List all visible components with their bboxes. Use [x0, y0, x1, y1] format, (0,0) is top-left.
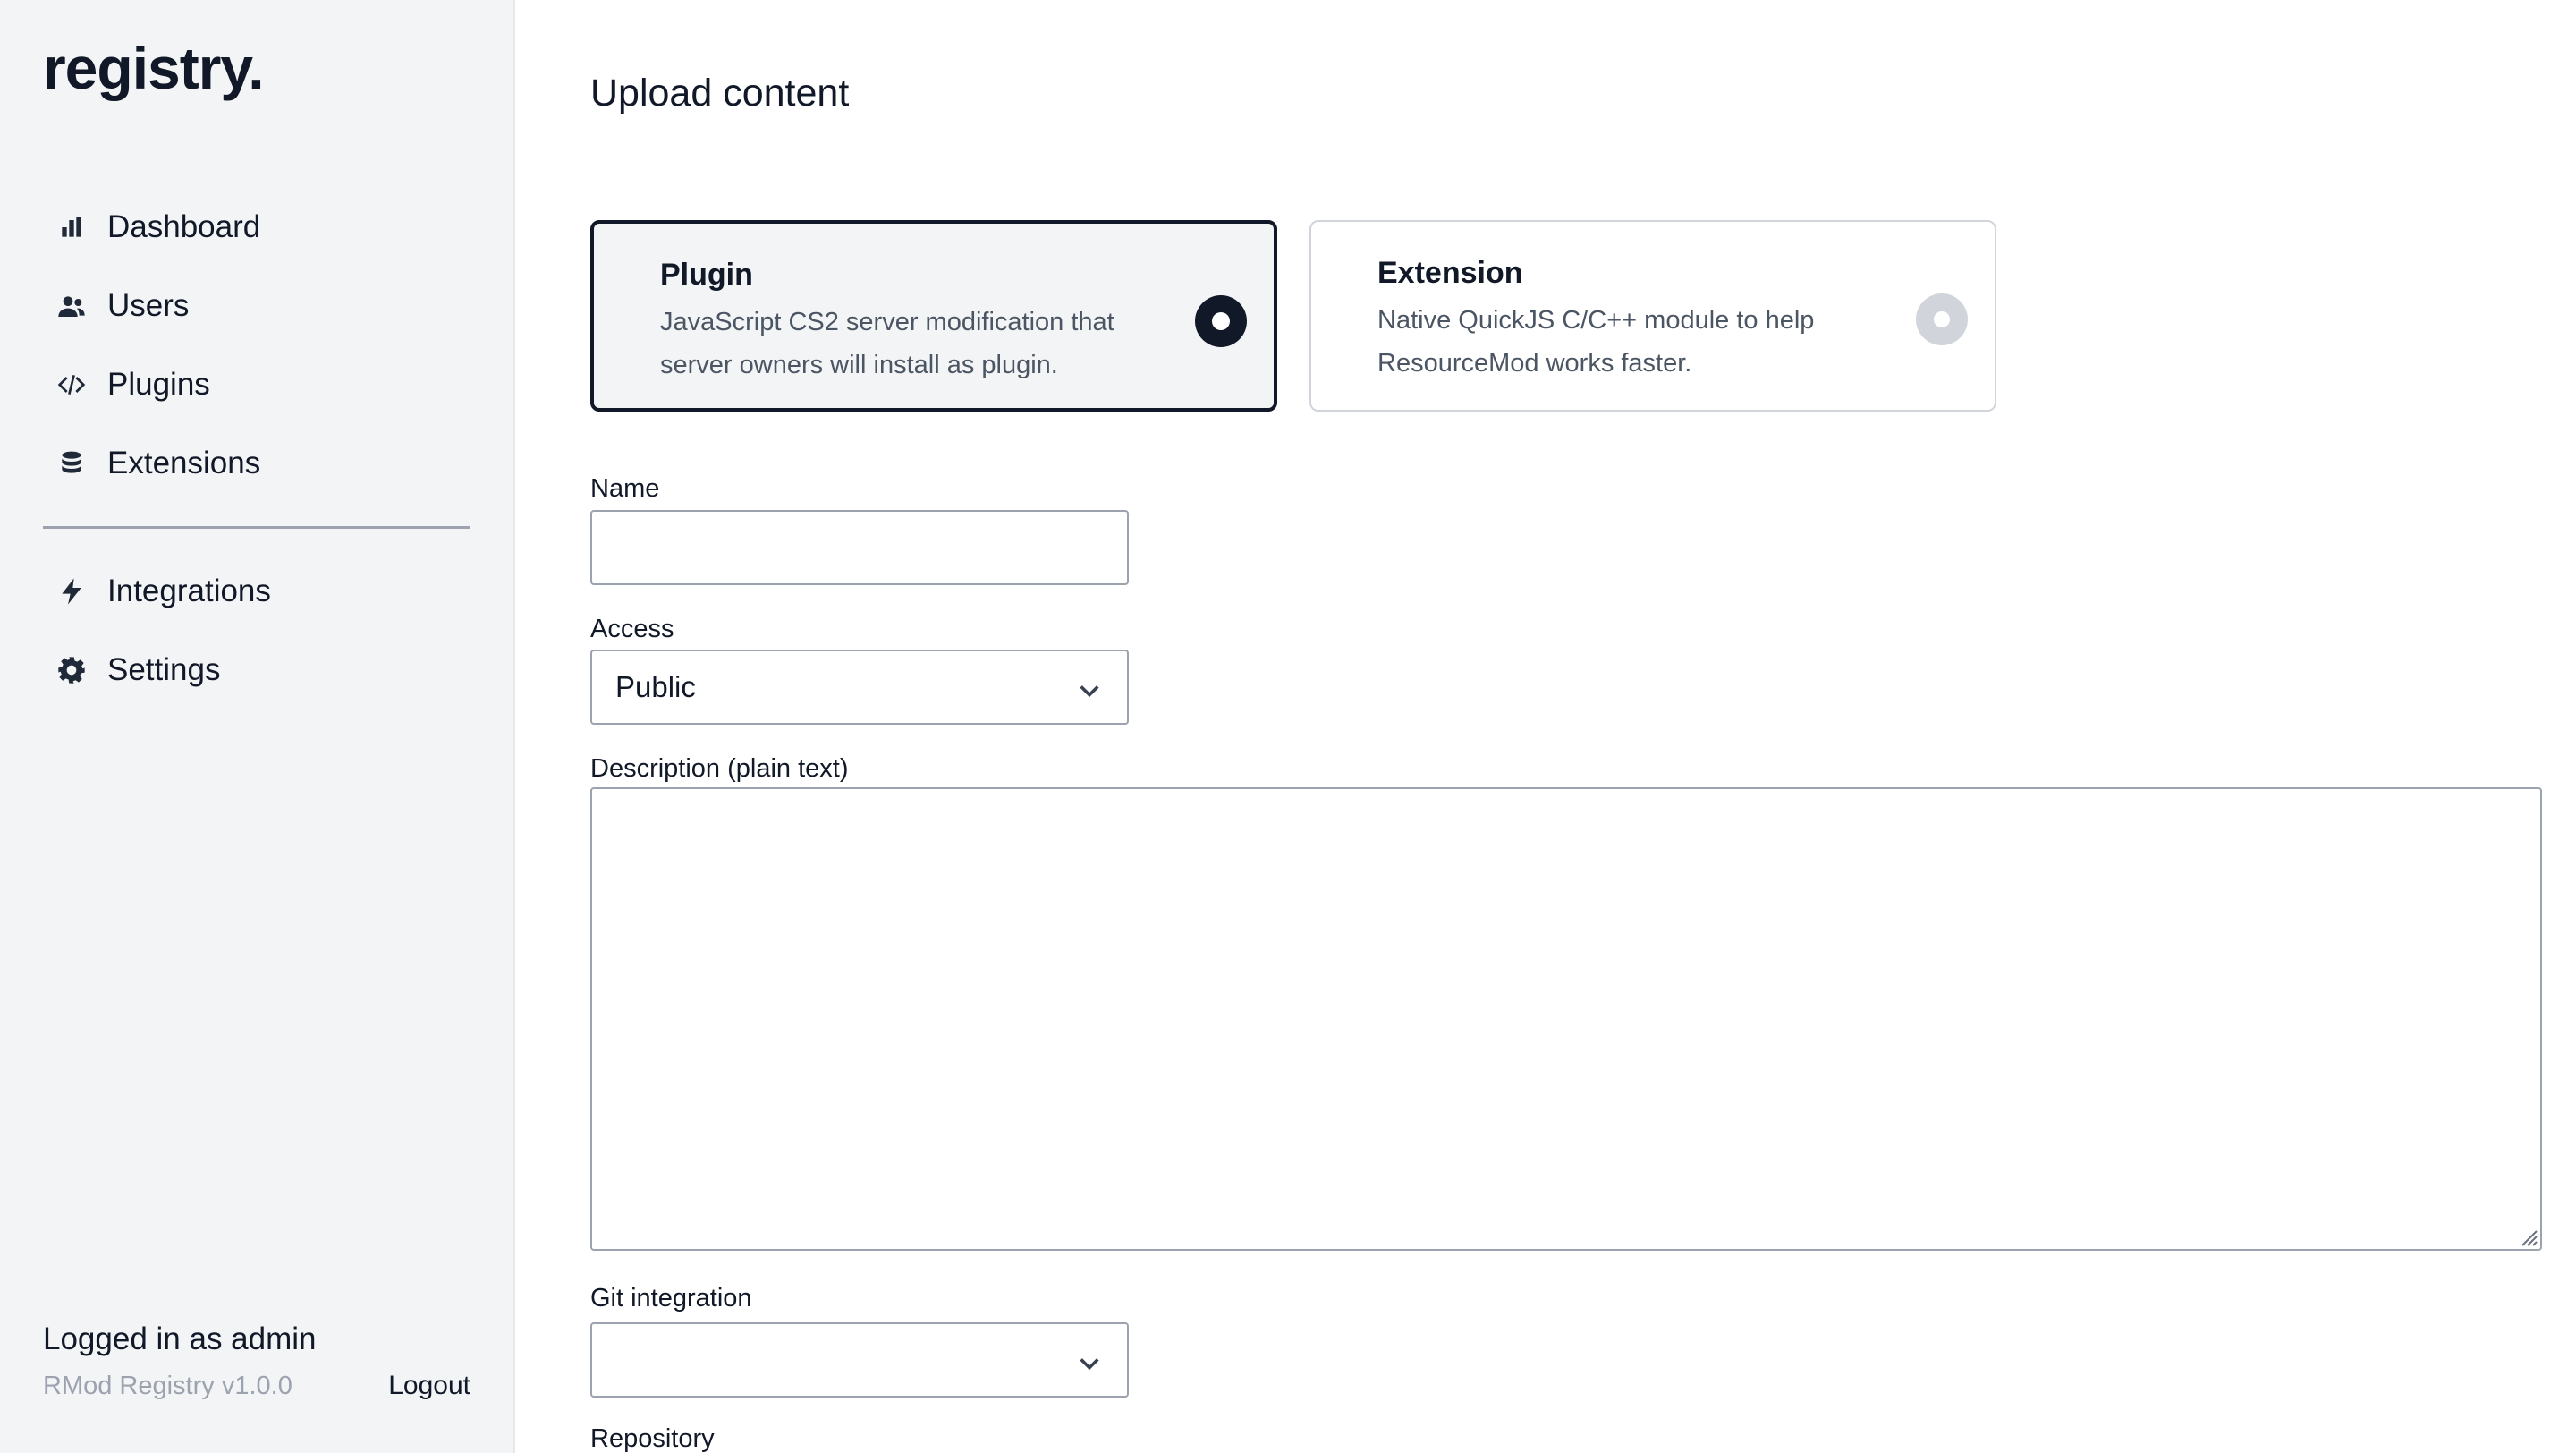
description-label: Description (plain text)	[590, 754, 849, 783]
repository-label: Repository	[590, 1424, 715, 1453]
name-input[interactable]	[590, 510, 1129, 585]
logged-in-status: Logged in as admin	[43, 1321, 317, 1356]
description-textarea[interactable]	[590, 787, 2542, 1251]
code-icon	[55, 369, 88, 401]
sidebar-item-label: Dashboard	[107, 209, 261, 244]
app-window: registry. Dashboard Users Plugins Extens…	[0, 0, 2576, 1453]
card-title: Extension	[1377, 256, 1523, 290]
name-label: Name	[590, 474, 660, 503]
gear-icon	[55, 654, 88, 686]
chevron-down-icon	[1077, 1349, 1102, 1374]
page-title: Upload content	[590, 72, 850, 115]
card-description: JavaScript CS2 server modification that …	[660, 308, 1114, 379]
app-version: RMod Registry v1.0.0	[43, 1371, 292, 1400]
logout-link[interactable]: Logout	[388, 1371, 470, 1401]
bolt-icon	[55, 575, 88, 608]
bar-chart-icon	[55, 211, 88, 243]
database-icon	[55, 447, 88, 480]
chevron-down-icon	[1077, 676, 1102, 701]
type-card-plugin[interactable]: Plugin JavaScript CS2 server modificatio…	[590, 220, 1277, 412]
sidebar-item-extensions[interactable]: Extensions	[43, 424, 470, 503]
sidebar-item-dashboard[interactable]: Dashboard	[43, 188, 470, 267]
sidebar-item-label: Settings	[107, 652, 221, 687]
access-label: Access	[590, 615, 674, 643]
sidebar-item-plugins[interactable]: Plugins	[43, 345, 470, 424]
sidebar-item-label: Integrations	[107, 574, 271, 608]
card-description: Native QuickJS C/C++ module to help Reso…	[1377, 306, 1815, 378]
main-content: Upload content Plugin JavaScript CS2 ser…	[590, 0, 2576, 1453]
access-selected-value: Public	[615, 670, 696, 703]
sidebar-item-integrations[interactable]: Integrations	[43, 552, 470, 631]
resize-handle-icon[interactable]	[2517, 1226, 2538, 1247]
sidebar-item-users[interactable]: Users	[43, 267, 470, 345]
sidebar-footer: Logged in as admin RMod Registry v1.0.0 …	[43, 1317, 470, 1401]
type-card-extension[interactable]: Extension Native QuickJS C/C++ module to…	[1309, 220, 1996, 412]
access-select[interactable]: Public	[590, 650, 1129, 725]
sidebar-item-label: Users	[107, 288, 190, 323]
sidebar-item-label: Extensions	[107, 446, 261, 480]
users-icon	[55, 290, 88, 322]
footer-row: RMod Registry v1.0.0 Logout	[43, 1371, 470, 1401]
sidebar: registry. Dashboard Users Plugins Extens…	[0, 0, 515, 1453]
radio-unselected[interactable]	[1916, 293, 1968, 345]
sidebar-item-label: Plugins	[107, 367, 210, 402]
card-title: Plugin	[660, 258, 753, 292]
git-integration-select[interactable]	[590, 1322, 1129, 1398]
radio-selected[interactable]	[1195, 295, 1247, 347]
brand-logo[interactable]: registry.	[43, 32, 265, 104]
sidebar-nav: Dashboard Users Plugins Extensions Integ…	[43, 188, 470, 710]
nav-divider	[43, 526, 470, 529]
git-integration-label: Git integration	[590, 1284, 752, 1313]
sidebar-item-settings[interactable]: Settings	[43, 631, 470, 710]
